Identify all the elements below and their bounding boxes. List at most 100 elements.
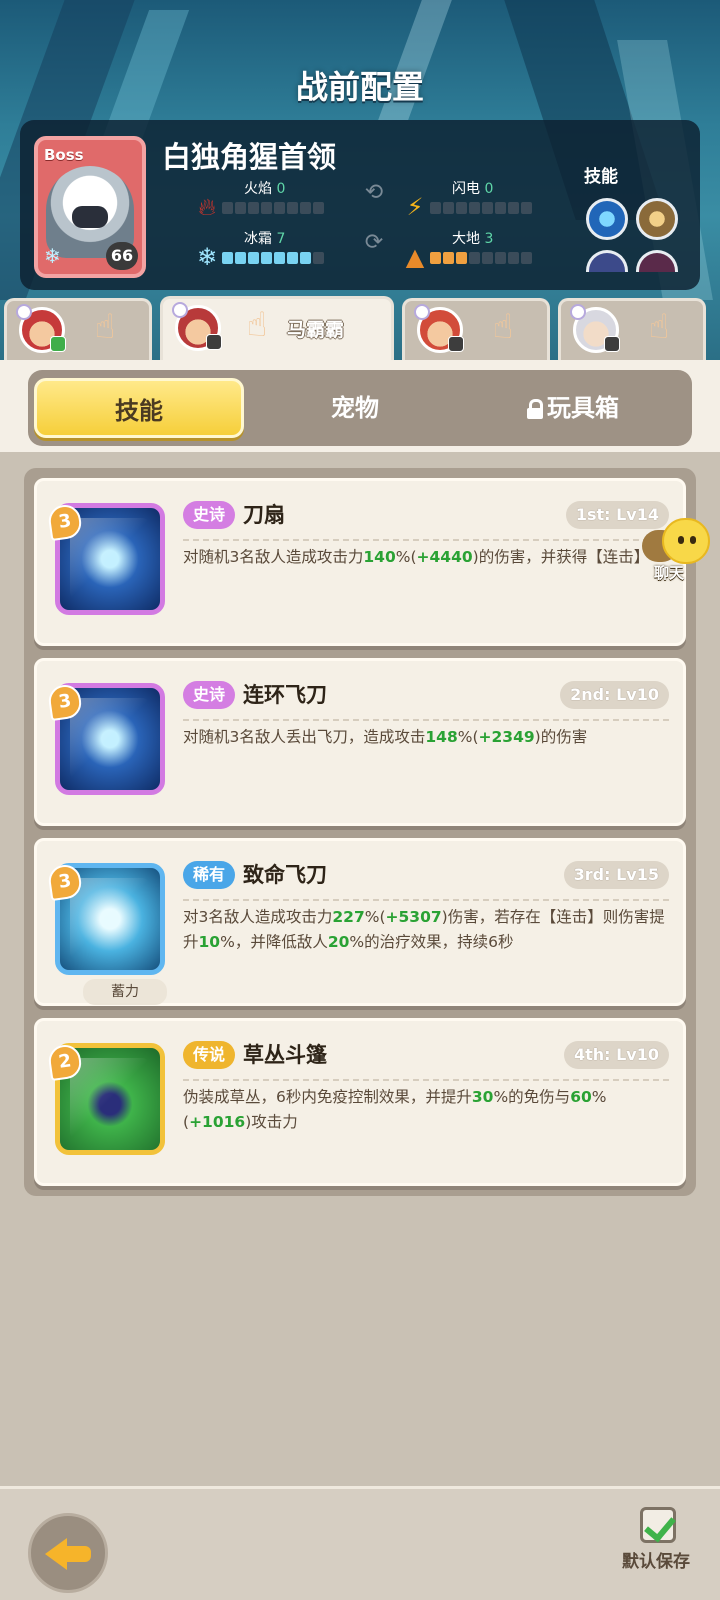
- default-save-checkbox[interactable]: [640, 1507, 676, 1543]
- hero-status-badge: [448, 336, 464, 352]
- skill-description: 对3名敌人造成攻击力227%(+5307)伤害，若存在【连击】则伤害提升10%，…: [183, 905, 669, 955]
- chat-button[interactable]: 聊天: [638, 512, 718, 582]
- tab-pets[interactable]: 宠物: [250, 378, 460, 438]
- highlight-number: 60: [570, 1088, 592, 1106]
- hero-name: 马霸霸: [287, 319, 345, 341]
- boss-skill-icon[interactable]: [586, 198, 628, 240]
- hero-avatar: [16, 304, 66, 353]
- boss-skill-icon[interactable]: [636, 250, 678, 272]
- hero-tab-4[interactable]: ☝: [558, 298, 706, 360]
- rarity-badge: 史诗: [183, 681, 236, 709]
- hero-status-badge: [604, 336, 620, 352]
- stat-segment: [287, 202, 298, 214]
- skill-card[interactable]: 3 蓄力 稀有 致命飞刀 3rd: Lv15 对3名敌人造成攻击力227%(+5…: [34, 838, 686, 1006]
- hero-avatar: [570, 304, 620, 353]
- skill-description: 对随机3名敌人造成攻击力140%(+4440)的伤害，并获得【连击】: [183, 545, 669, 570]
- stat-segment: [287, 252, 298, 264]
- boss-info-panel: Boss ❄ 66 白独角猩首领 火焰 0 🔥︎ 闪电 0 ⚡︎ 冰霜 7 ❄ …: [20, 120, 700, 290]
- boss-skill-icon[interactable]: [636, 198, 678, 240]
- desc-text: 伪装成草丛，6秒内免疫控制效果，并提升: [183, 1088, 472, 1106]
- hero-status-badge: [206, 334, 222, 350]
- stat-segment: [222, 252, 233, 264]
- highlight-number: 148: [425, 728, 458, 746]
- skill-name: 连环飞刀: [243, 683, 327, 707]
- desc-text: %(: [395, 548, 417, 566]
- stat-segment: [443, 202, 454, 214]
- highlight-number: +2349: [478, 728, 535, 746]
- category-tabbar: 技能 宠物 玩具箱: [28, 370, 692, 446]
- desc-text: %(: [457, 728, 479, 746]
- boss-tag: Boss: [44, 146, 84, 164]
- element-badge-icon: [16, 304, 32, 320]
- divider: [183, 899, 669, 901]
- skill-card[interactable]: 3 史诗 连环飞刀 2nd: Lv10 对随机3名敌人丢出飞刀，造成攻击148%…: [34, 658, 686, 826]
- desc-text: 对3名敌人造成攻击力: [183, 908, 333, 926]
- stat-thunder: 闪电 0 ⚡︎: [402, 178, 602, 222]
- stat-segment: [313, 202, 324, 214]
- skill-description: 伪装成草丛，6秒内免疫控制效果，并提升30%的免伤与60%(+1016)攻击力: [183, 1085, 669, 1135]
- highlight-number: +5307: [385, 908, 442, 926]
- highlight-number: 10: [198, 933, 221, 951]
- fire-icon: 🔥︎: [198, 193, 216, 221]
- element-badge-icon: [414, 304, 430, 320]
- chat-face-icon: [662, 518, 710, 564]
- stat-earth: 大地 3 ▲: [402, 228, 602, 272]
- stat-thunder-label: 闪电 0: [452, 181, 494, 197]
- desc-text: )的伤害，并获得【连击】: [472, 548, 650, 566]
- stat-segment: [430, 202, 441, 214]
- tab-toybox[interactable]: 玩具箱: [468, 378, 678, 438]
- stat-segment: [482, 202, 493, 214]
- skill-name: 刀扇: [243, 503, 285, 527]
- skill-slot-tag: 4th: Lv10: [563, 1041, 669, 1069]
- stat-ice-label: 冰霜 7: [244, 231, 286, 247]
- stat-segment: [300, 252, 311, 264]
- divider: [183, 719, 669, 721]
- hero-tab-1[interactable]: ☝: [4, 298, 152, 360]
- stat-segment: [248, 202, 259, 214]
- boss-name: 白独角猩首领: [162, 140, 337, 174]
- hero-avatar: [172, 302, 222, 351]
- stat-segment: [456, 252, 467, 264]
- stat-segment: [274, 202, 285, 214]
- lightning-icon: ⚡︎: [406, 193, 424, 221]
- stat-segment: [508, 202, 519, 214]
- hero-tab-2-active[interactable]: ☝ 马霸霸: [160, 296, 394, 364]
- rarity-badge: 史诗: [183, 501, 236, 529]
- desc-text: %，并降低敌人: [220, 933, 328, 951]
- stat-segment: [521, 202, 532, 214]
- element-cycle-icon: ⟲ ⟳: [364, 180, 384, 255]
- skill-card[interactable]: 3 史诗 刀扇 1st: Lv14 对随机3名敌人造成攻击力140%(+4440…: [34, 478, 686, 646]
- skill-card[interactable]: 2 传说 草丛斗篷 4th: Lv10 伪装成草丛，6秒内免疫控制效果，并提升3…: [34, 1018, 686, 1186]
- highlight-number: 30: [471, 1088, 494, 1106]
- skill-slot-tag: 2nd: Lv10: [560, 681, 669, 709]
- highlight-number: 227: [332, 908, 365, 926]
- tap-hand-icon: ☝: [94, 307, 116, 347]
- tab-skills[interactable]: 技能: [34, 378, 244, 438]
- stat-segment: [274, 252, 285, 264]
- stat-segment: [248, 252, 259, 264]
- mountain-icon: ▲: [405, 243, 425, 271]
- divider: [183, 539, 669, 541]
- desc-text: %的免伤与: [493, 1088, 571, 1106]
- hero-avatar: [414, 304, 464, 353]
- charge-tag: 蓄力: [83, 979, 167, 1005]
- default-save-label: 默认保存: [622, 1552, 690, 1572]
- skill-name: 草丛斗篷: [243, 1043, 327, 1067]
- highlight-number: +1016: [189, 1113, 246, 1131]
- desc-text: )的伤害: [534, 728, 588, 746]
- stat-ice-bar: [222, 252, 324, 264]
- boss-portrait-card[interactable]: Boss ❄ 66: [34, 136, 146, 278]
- stat-earth-bar: [430, 252, 532, 264]
- divider: [183, 1079, 669, 1081]
- stat-thunder-bar: [430, 202, 532, 214]
- highlight-number: +4440: [416, 548, 473, 566]
- stat-segment: [469, 252, 480, 264]
- tap-hand-icon: ☝: [492, 307, 514, 347]
- hero-status-badge: [50, 336, 66, 352]
- snowflake-icon: ❄: [196, 243, 218, 271]
- highlight-number: 20: [327, 933, 350, 951]
- skill-slot-tag: 3rd: Lv15: [563, 861, 669, 889]
- hero-tab-3[interactable]: ☝: [402, 298, 550, 360]
- page-title: 战前配置: [295, 68, 424, 106]
- back-button[interactable]: [28, 1513, 108, 1593]
